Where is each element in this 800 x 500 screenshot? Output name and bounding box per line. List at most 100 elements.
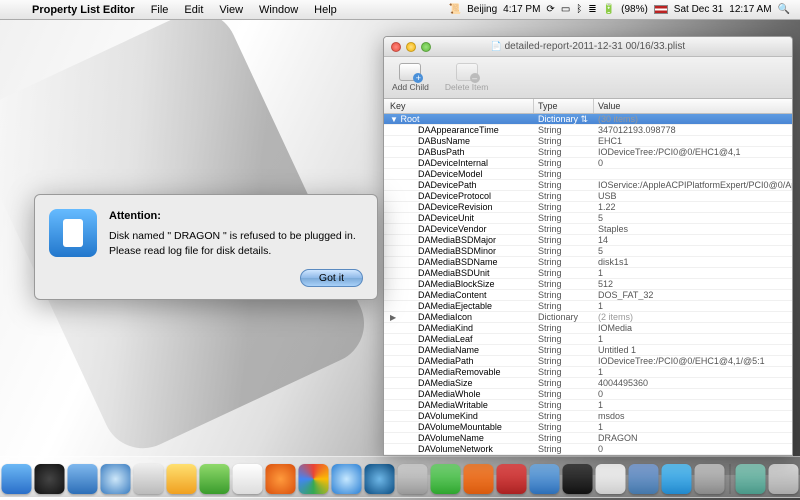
dock-prefs-icon[interactable] — [695, 464, 725, 494]
table-row[interactable]: DAMediaBSDUnitString1 — [384, 268, 792, 279]
row-type[interactable]: String — [534, 323, 594, 333]
row-type[interactable]: String — [534, 246, 594, 256]
table-row[interactable]: DAMediaPathStringIODeviceTree:/PCI0@0/EH… — [384, 356, 792, 367]
dock-terminal-icon[interactable] — [563, 464, 593, 494]
row-value[interactable]: DOS_FAT_32 — [594, 290, 792, 300]
row-value[interactable]: 5 — [594, 246, 792, 256]
disclosure-triangle-icon[interactable]: ▼ — [390, 114, 398, 124]
row-type[interactable]: String — [534, 345, 594, 355]
table-row[interactable]: DAMediaKindStringIOMedia — [384, 323, 792, 334]
column-key[interactable]: Key — [384, 99, 534, 113]
table-row[interactable]: DADeviceUnitString5 — [384, 213, 792, 224]
row-type[interactable]: String — [534, 235, 594, 245]
spotlight-icon[interactable]: 🔍 — [778, 4, 790, 15]
menu-help[interactable]: Help — [306, 4, 345, 16]
row-value[interactable]: 347012193.098778 — [594, 125, 792, 135]
sync-icon[interactable]: ⟳ — [546, 4, 554, 15]
date-status[interactable]: Sat Dec 31 — [674, 4, 723, 15]
wifi-icon[interactable]: ≣ — [588, 4, 596, 15]
row-type[interactable]: String — [534, 180, 594, 190]
row-value[interactable]: Untitled 1 — [594, 345, 792, 355]
dock-dashboard-icon[interactable] — [35, 464, 65, 494]
table-row[interactable]: DAMediaWholeString0 — [384, 389, 792, 400]
row-value[interactable]: 512 — [594, 279, 792, 289]
close-button[interactable] — [391, 42, 401, 52]
dock-xcode-icon[interactable] — [530, 464, 560, 494]
table-row[interactable]: ▶DAMediaIconDictionary(2 items) — [384, 312, 792, 323]
script-menu-icon[interactable]: 📜 — [449, 4, 461, 15]
table-row[interactable]: DAMediaEjectableString1 — [384, 301, 792, 312]
row-value[interactable]: Staples — [594, 224, 792, 234]
row-value[interactable]: USB — [594, 191, 792, 201]
dock-app1-icon[interactable] — [662, 464, 692, 494]
dock-ichat-icon[interactable] — [167, 464, 197, 494]
dock-firefox-icon[interactable] — [266, 464, 296, 494]
battery-icon[interactable]: 🔋 — [603, 4, 615, 15]
row-type[interactable]: String — [534, 356, 594, 366]
dock-itunes-icon[interactable] — [332, 464, 362, 494]
app-menu[interactable]: Property List Editor — [24, 4, 143, 16]
row-value[interactable]: 1 — [594, 301, 792, 311]
table-row[interactable]: DAMediaBlockSizeString512 — [384, 279, 792, 290]
row-type[interactable]: String — [534, 158, 594, 168]
root-row[interactable]: ▼ Root Dictionary ⇅ (30 items) — [384, 114, 792, 125]
row-type[interactable]: String — [534, 136, 594, 146]
row-type[interactable]: String — [534, 191, 594, 201]
row-value[interactable]: IOMedia — [594, 323, 792, 333]
row-value[interactable]: 0 — [594, 158, 792, 168]
row-type[interactable]: String — [534, 125, 594, 135]
column-type[interactable]: Type — [534, 99, 594, 113]
column-value[interactable]: Value — [594, 99, 792, 113]
row-type[interactable]: String — [534, 411, 594, 421]
dock-photobooth-icon[interactable] — [464, 464, 494, 494]
row-value[interactable] — [594, 169, 792, 179]
time-status-2[interactable]: 12:17 AM — [729, 4, 771, 15]
table-row[interactable]: DAVolumeMountableString1 — [384, 422, 792, 433]
table-row[interactable]: DADevicePathStringIOService:/AppleACPIPl… — [384, 180, 792, 191]
row-value[interactable]: 0 — [594, 444, 792, 454]
row-value[interactable]: IODeviceTree:/PCI0@0/EHC1@4,1/@5:1 — [594, 356, 792, 366]
input-flag-icon[interactable] — [654, 5, 668, 14]
zoom-button[interactable] — [421, 42, 431, 52]
table-row[interactable]: DAMediaBSDMajorString14 — [384, 235, 792, 246]
row-type[interactable]: String — [534, 334, 594, 344]
table-row[interactable]: DAMediaLeafString1 — [384, 334, 792, 345]
row-type[interactable]: String — [534, 378, 594, 388]
table-row[interactable]: DAMediaBSDNameStringdisk1s1 — [384, 257, 792, 268]
table-row[interactable]: DADeviceVendorStringStaples — [384, 224, 792, 235]
row-value[interactable]: 1 — [594, 268, 792, 278]
menu-edit[interactable]: Edit — [176, 4, 211, 16]
dock-facetime-icon[interactable] — [431, 464, 461, 494]
table-row[interactable]: DAVolumeNetworkString0 — [384, 444, 792, 455]
table-row[interactable]: DAMediaRemovableString1 — [384, 367, 792, 378]
add-child-button[interactable]: Add Child — [392, 63, 429, 92]
row-value[interactable]: IOService:/AppleACPIPlatformExpert/PCI0@… — [594, 180, 792, 190]
row-type[interactable]: String — [534, 268, 594, 278]
window-titlebar[interactable]: detailed-report-2011-12-31 00/16/33.plis… — [384, 37, 792, 57]
row-type[interactable]: String — [534, 400, 594, 410]
disclosure-triangle-icon[interactable]: ▶ — [390, 312, 398, 322]
menu-file[interactable]: File — [143, 4, 177, 16]
row-type[interactable]: String — [534, 444, 594, 454]
row-value[interactable]: IODeviceTree:/PCI0@0/EHC1@4,1 — [594, 147, 792, 157]
row-value[interactable]: msdos — [594, 411, 792, 421]
row-value[interactable]: disk1s1 — [594, 257, 792, 267]
row-type[interactable]: String — [534, 147, 594, 157]
row-value[interactable]: 4004495360 — [594, 378, 792, 388]
row-type[interactable]: String — [534, 389, 594, 399]
table-row[interactable]: DAMediaBSDMinorString5 — [384, 246, 792, 257]
row-type[interactable]: String — [534, 290, 594, 300]
row-value[interactable]: 1 — [594, 400, 792, 410]
row-value[interactable]: 1.22 — [594, 202, 792, 212]
row-value[interactable]: EHC1 — [594, 136, 792, 146]
table-body[interactable]: ▼ Root Dictionary ⇅ (30 items) DAAppeara… — [384, 114, 792, 455]
dock-downloads-icon[interactable] — [736, 464, 766, 494]
table-row[interactable]: DADeviceModelString — [384, 169, 792, 180]
table-row[interactable]: DABusPathStringIODeviceTree:/PCI0@0/EHC1… — [384, 147, 792, 158]
dock-utility-icon[interactable] — [629, 464, 659, 494]
table-row[interactable]: DAAppearanceTimeString347012193.098778 — [384, 125, 792, 136]
row-type[interactable]: Dictionary — [534, 312, 594, 322]
dock-appstore-icon[interactable] — [68, 464, 98, 494]
dock-trash-icon[interactable] — [769, 464, 799, 494]
dock-mail-icon[interactable] — [134, 464, 164, 494]
